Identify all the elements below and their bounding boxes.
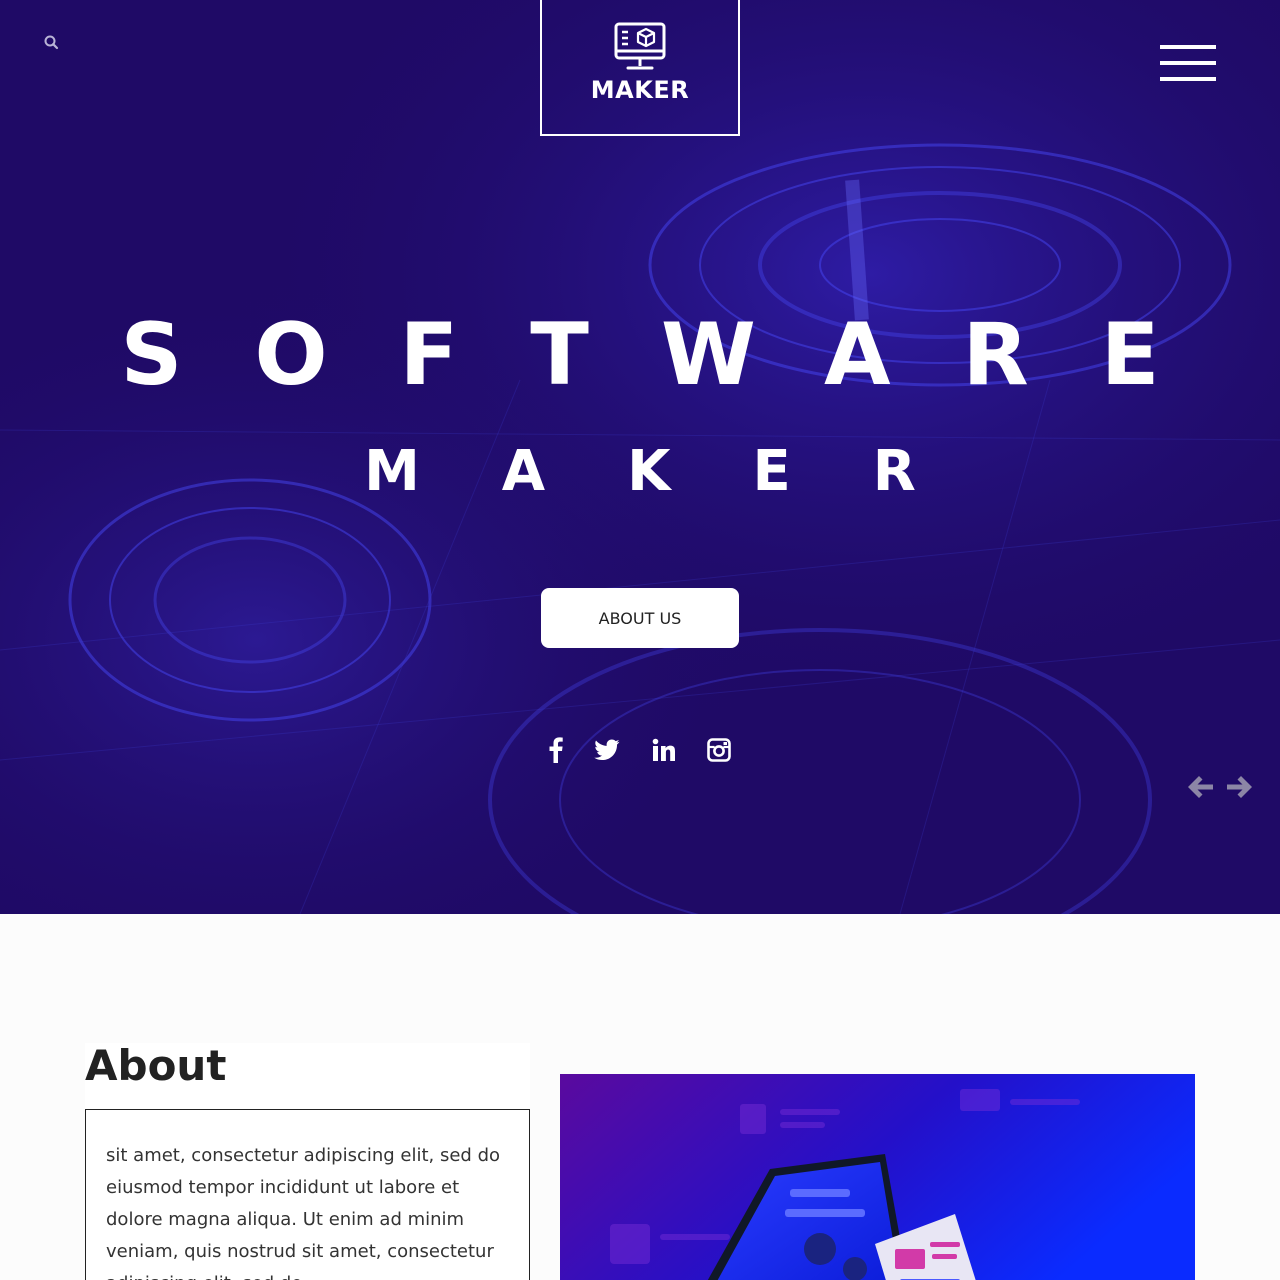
hero-subtitle: MAKER <box>364 439 998 504</box>
about-laptop-image <box>560 1074 1195 1280</box>
search-icon[interactable] <box>43 34 59 50</box>
about-body-text: sit amet, consectetur adipiscing elit, s… <box>106 1145 501 1280</box>
arrow-left-icon[interactable] <box>1186 772 1216 802</box>
about-heading-container: About <box>85 1043 530 1109</box>
monitor-cube-icon <box>614 22 666 70</box>
hero-section: MAKER SOFTWARE MAKER ABOUT US <box>0 0 1280 914</box>
menu-line <box>1160 45 1216 49</box>
about-heading: About <box>85 1041 227 1090</box>
instagram-icon[interactable] <box>705 736 733 764</box>
arrow-right-icon[interactable] <box>1224 772 1254 802</box>
hero-title: SOFTWARE <box>120 305 1232 405</box>
hamburger-menu-icon[interactable] <box>1160 45 1216 81</box>
site-logo[interactable]: MAKER <box>540 0 740 136</box>
about-us-button[interactable]: ABOUT US <box>541 588 739 648</box>
linkedin-icon[interactable] <box>650 736 678 764</box>
facebook-icon[interactable] <box>542 736 570 764</box>
logo-text: MAKER <box>590 76 690 104</box>
about-text-box: sit amet, consectetur adipiscing elit, s… <box>85 1109 530 1280</box>
twitter-icon[interactable] <box>593 736 621 764</box>
menu-line <box>1160 77 1216 81</box>
menu-line <box>1160 61 1216 65</box>
